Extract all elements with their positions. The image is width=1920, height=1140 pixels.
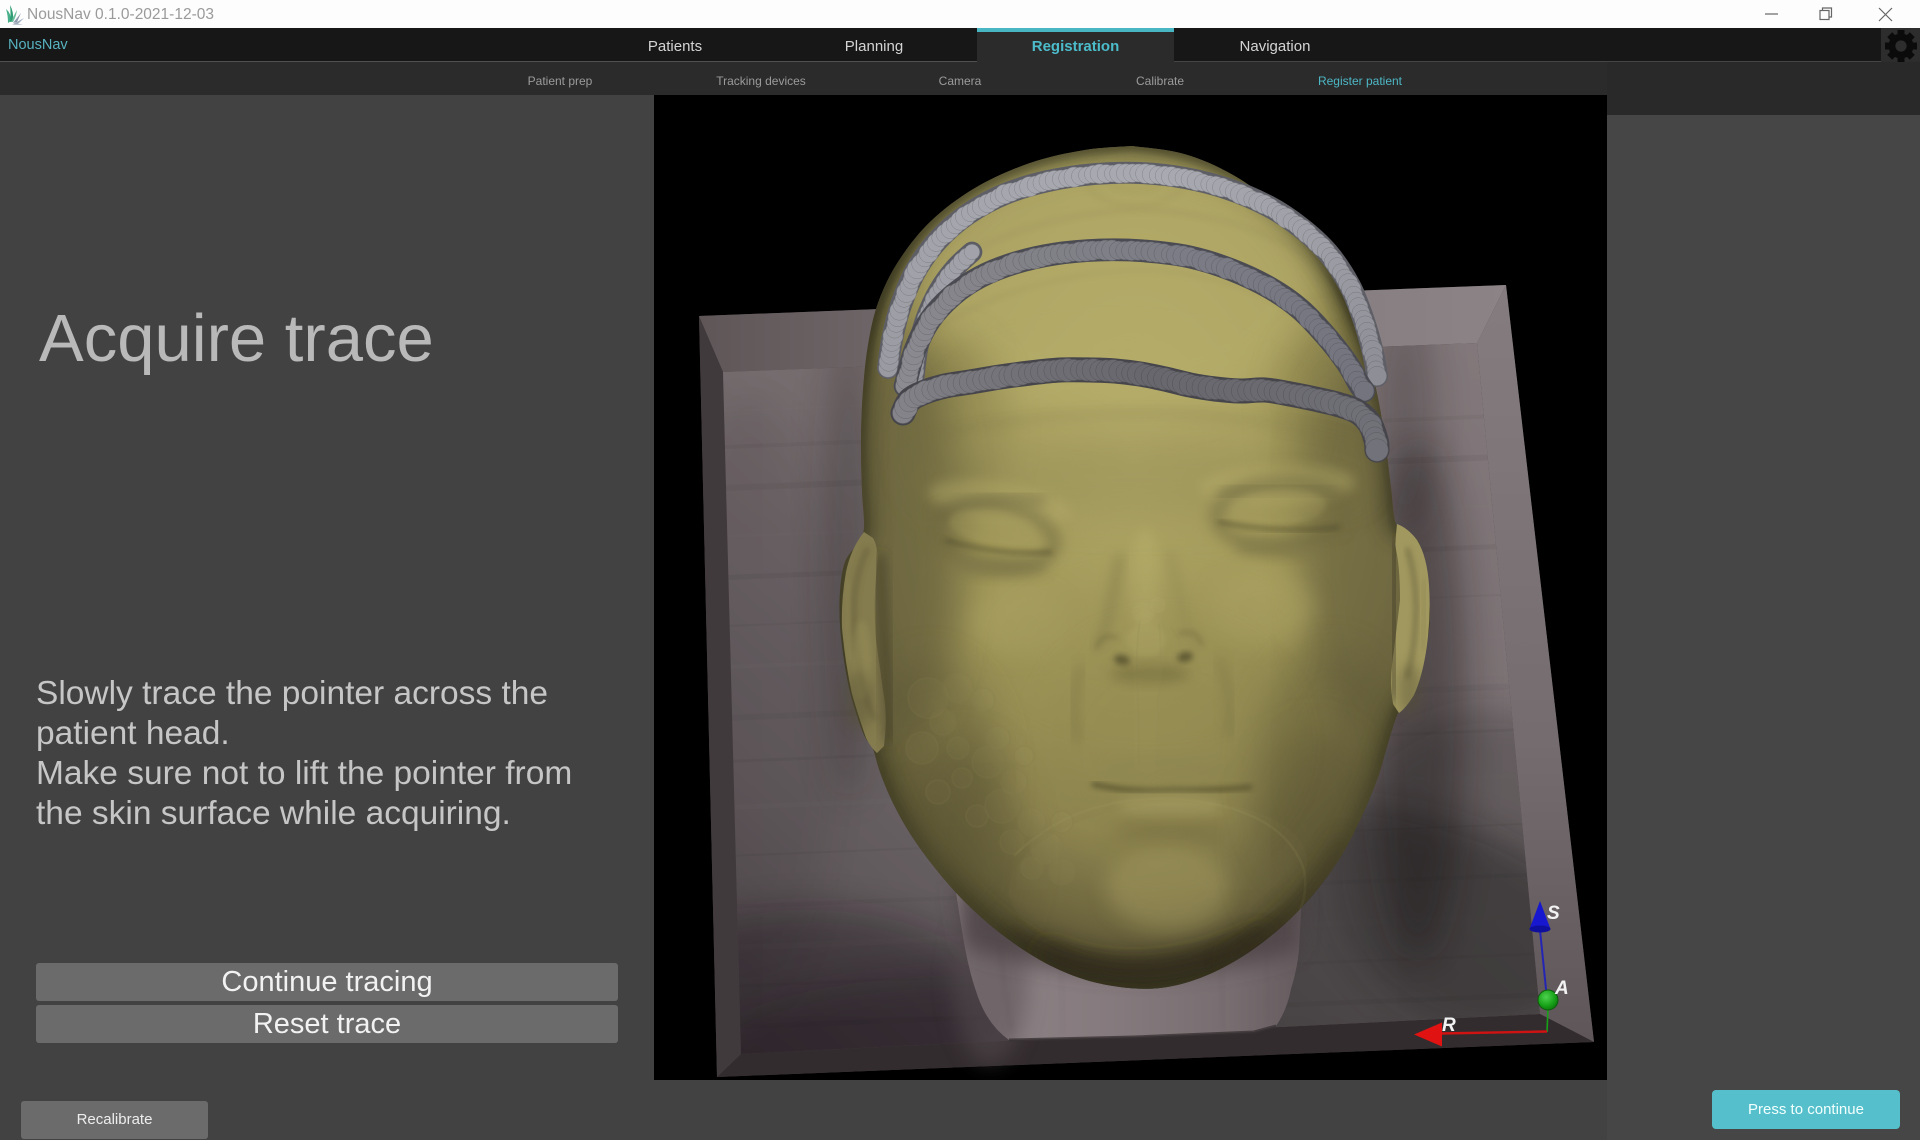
svg-text:R: R xyxy=(1442,1015,1456,1036)
svg-text:S: S xyxy=(1547,903,1560,924)
svg-text:A: A xyxy=(1554,978,1569,999)
